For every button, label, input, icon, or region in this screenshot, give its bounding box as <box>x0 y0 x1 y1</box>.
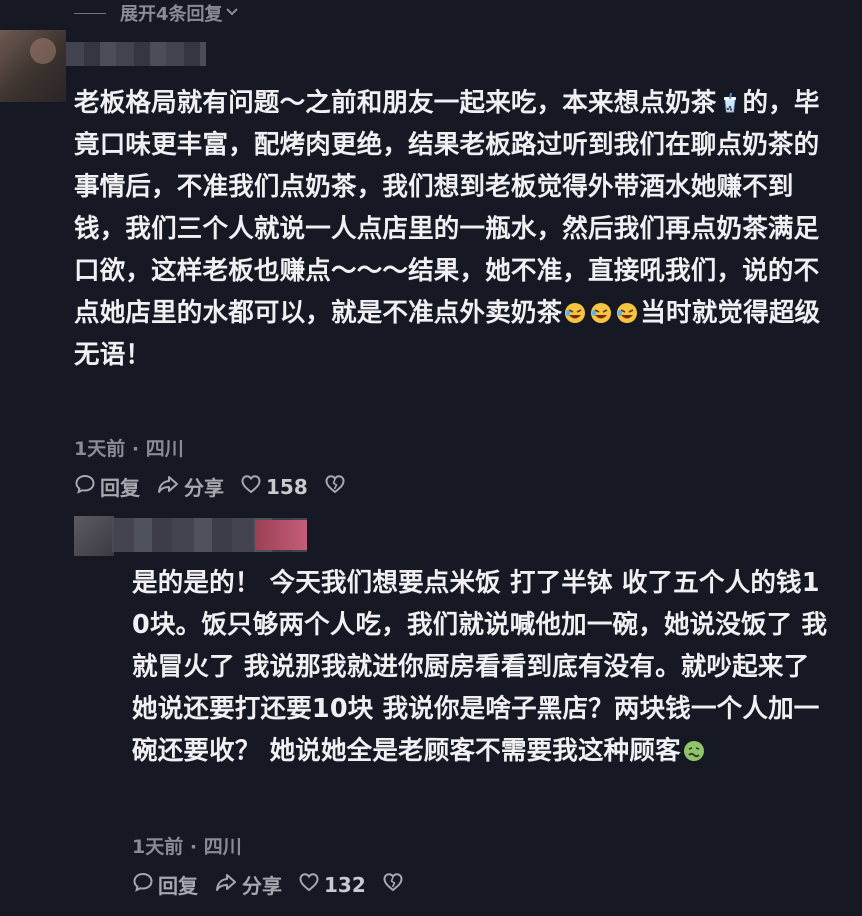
avatar[interactable] <box>74 516 114 556</box>
share-arrow-icon <box>214 871 242 898</box>
comment-meta: 1天前 · 四川 <box>132 832 242 859</box>
reply-button[interactable]: 回复 <box>132 870 198 899</box>
heart-icon <box>298 871 324 898</box>
rolling-laughing-emoji <box>564 295 586 323</box>
comment-location: 四川 <box>203 836 242 858</box>
share-label: 分享 <box>184 476 224 500</box>
divider-line <box>74 12 106 14</box>
dislike-button[interactable] <box>382 871 408 898</box>
comment-actions: 回复 分享 132 <box>132 870 424 899</box>
meta-separator: · <box>183 836 204 858</box>
heart-icon <box>240 473 266 500</box>
comment-time: 1天前 <box>132 836 184 858</box>
share-button[interactable]: 分享 <box>156 472 224 501</box>
reply-label: 回复 <box>100 476 140 500</box>
share-label: 分享 <box>242 874 282 898</box>
comment-bubble-icon <box>74 473 100 500</box>
share-button[interactable]: 分享 <box>214 870 282 899</box>
meta-separator: · <box>125 438 146 460</box>
comment-text: 老板格局就有问题～之前和朋友一起来吃，本来想点奶茶 的，毕竟口味更丰富，配烤肉更绝… <box>74 82 844 376</box>
expand-replies-button[interactable]: 展开4条回复 <box>74 0 239 26</box>
chevron-down-icon <box>225 4 239 22</box>
comment-actions: 回复 分享 158 <box>74 472 366 501</box>
expand-replies-label: 展开4条回复 <box>120 4 223 25</box>
username-blurred[interactable] <box>66 42 206 66</box>
comment-text: 是的是的！ 今天我们想要点米饭 打了半钵 收了五个人的钱10块。饭只够两个人吃，… <box>132 562 837 772</box>
rolling-laughing-emoji <box>590 295 612 323</box>
bubble-tea-emoji <box>719 85 741 113</box>
like-count: 132 <box>324 872 366 897</box>
share-arrow-icon <box>156 473 184 500</box>
like-button[interactable]: 132 <box>298 871 366 898</box>
broken-heart-icon <box>324 473 350 500</box>
comment-bubble-icon <box>132 871 158 898</box>
like-button[interactable]: 158 <box>240 473 308 500</box>
comment-time: 1天前 <box>74 438 126 460</box>
comment-text-part: 的，毕竟口味更丰富，配烤肉更绝，结果老板路过听到我们在聊点奶茶的事情后，不准我们… <box>74 88 820 328</box>
dislike-button[interactable] <box>324 473 350 500</box>
comment-meta: 1天前 · 四川 <box>74 434 184 461</box>
avatar[interactable] <box>0 30 66 102</box>
nauseated-face-emoji <box>683 733 705 761</box>
reply-button[interactable]: 回复 <box>74 472 140 501</box>
username-blurred[interactable] <box>112 518 307 552</box>
comment-text-part: 是的是的！ 今天我们想要点米饭 打了半钵 收了五个人的钱10块。饭只够两个人吃，… <box>132 568 828 766</box>
like-count: 158 <box>266 474 308 499</box>
comment-text-part: 老板格局就有问题～之前和朋友一起来吃，本来想点奶茶 <box>74 88 717 118</box>
broken-heart-icon <box>382 871 408 898</box>
rolling-laughing-emoji <box>616 295 638 323</box>
comment-location: 四川 <box>145 438 184 460</box>
reply-label: 回复 <box>158 874 198 898</box>
